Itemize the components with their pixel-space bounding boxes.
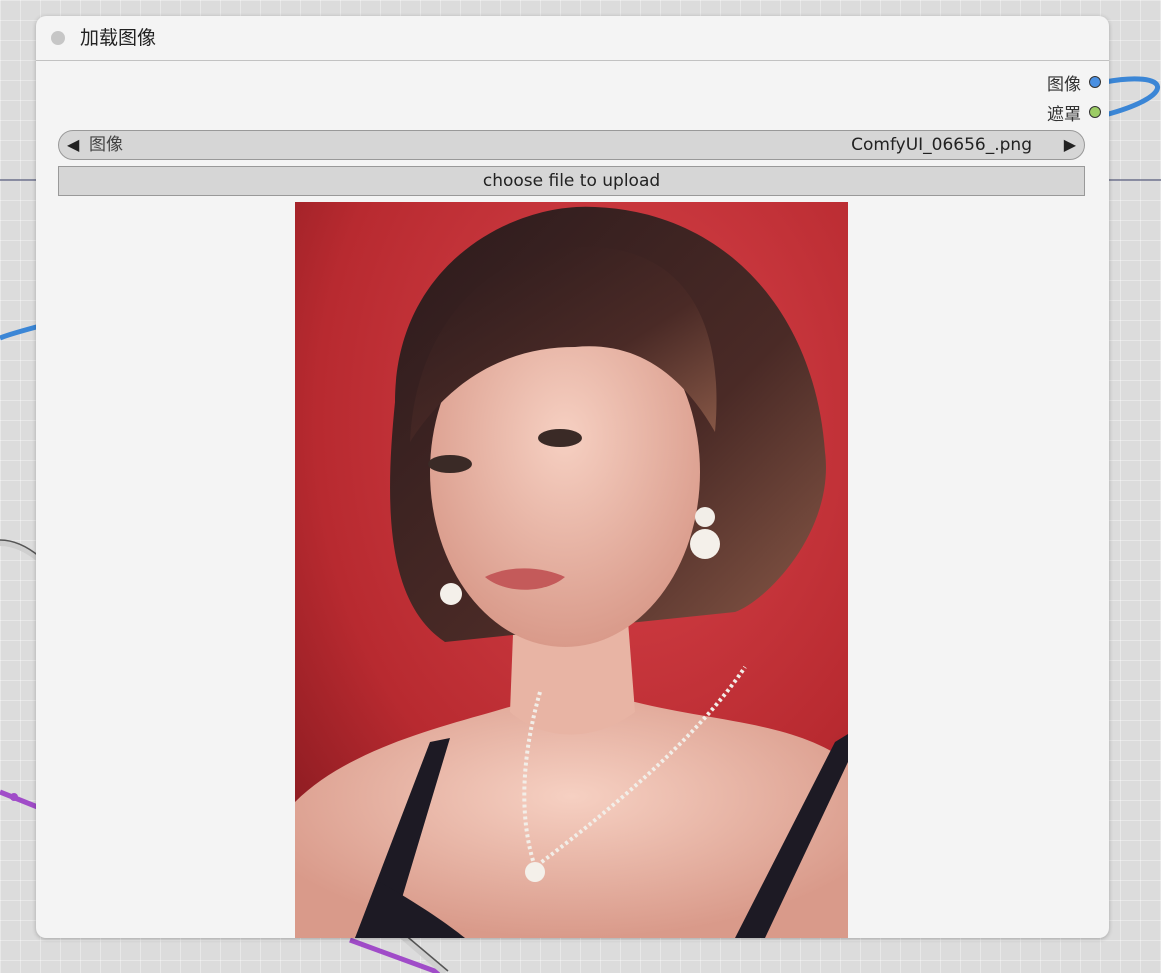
output-label-mask: 遮罩 <box>1047 104 1081 125</box>
output-slot-image[interactable]: 图像 <box>1047 72 1101 95</box>
purple-wire-node <box>10 793 18 801</box>
photo-eye-left <box>428 455 472 473</box>
photo-earring-left <box>440 583 462 605</box>
image-preview <box>295 202 848 938</box>
combo-label: 图像 <box>89 135 123 155</box>
portrait-photo-icon <box>295 202 848 938</box>
collapse-toggle-icon[interactable] <box>51 31 65 45</box>
photo-earring-top <box>695 507 715 527</box>
photo-eye-right <box>538 429 582 447</box>
node-header[interactable]: 加载图像 <box>36 16 1109 61</box>
combo-value[interactable]: ComfyUI_06656_.png <box>851 134 1032 156</box>
load-image-node[interactable]: 加载图像 图像 遮罩 ◀ 图像 ComfyUI_06656_.png ▶ cho… <box>36 16 1109 938</box>
output-dot-image-icon[interactable] <box>1089 76 1101 88</box>
photo-earring-bottom <box>690 529 720 559</box>
node-title: 加载图像 <box>80 27 157 49</box>
output-slot-mask[interactable]: 遮罩 <box>1047 102 1101 125</box>
blue-wire-left <box>0 323 41 341</box>
arrow-right-icon[interactable]: ▶ <box>1064 134 1076 156</box>
purple-wire-left <box>0 789 41 811</box>
blue-wire-right <box>1104 76 1160 118</box>
photo-pendant <box>525 862 545 882</box>
upload-button[interactable]: choose file to upload <box>58 166 1085 196</box>
output-dot-mask-icon[interactable] <box>1089 106 1101 118</box>
output-label-image: 图像 <box>1047 74 1081 95</box>
image-combo-widget[interactable]: ◀ 图像 ComfyUI_06656_.png ▶ <box>58 130 1085 160</box>
arrow-left-icon[interactable]: ◀ <box>67 134 79 156</box>
